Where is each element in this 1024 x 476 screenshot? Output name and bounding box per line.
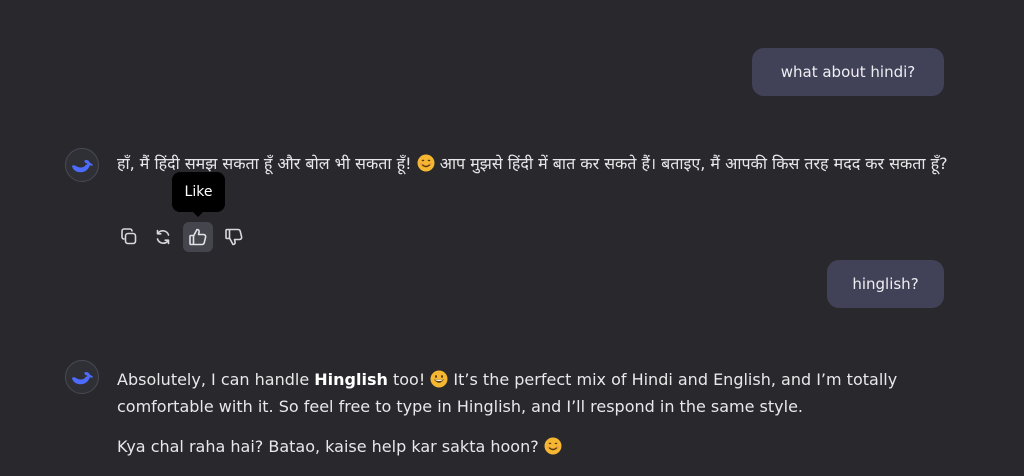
assistant-avatar — [65, 148, 99, 182]
thumbs-up-icon — [189, 228, 207, 246]
message-text: हाँ, मैं हिंदी समझ सकता हूँ और बोल भी सक… — [117, 154, 412, 173]
whale-logo-icon — [72, 159, 93, 173]
message-paragraph: Kya chal raha hai? Batao, kaise help kar… — [117, 433, 957, 460]
thumbs-down-icon — [225, 228, 243, 246]
regenerate-icon — [156, 229, 170, 245]
like-tooltip: Like — [172, 172, 225, 212]
smiling-face-emoji-icon — [417, 154, 435, 172]
message-text: Absolutely, I can handle — [117, 370, 315, 389]
assistant-message: हाँ, मैं हिंदी समझ सकता हूँ और बोल भी सक… — [117, 150, 957, 177]
user-message-bubble: hinglish? — [827, 260, 944, 308]
user-message-bubble: what about hindi? — [752, 48, 944, 96]
like-button[interactable] — [183, 222, 213, 252]
message-text: too! — [387, 370, 426, 389]
assistant-message: Absolutely, I can handle Hinglish too! I… — [117, 366, 957, 460]
message-text: Kya chal raha hai? Batao, kaise help kar… — [117, 437, 539, 456]
tooltip-text: Like — [184, 184, 213, 200]
copy-icon — [121, 228, 137, 245]
dislike-button[interactable] — [219, 222, 249, 252]
tooltip-arrow — [191, 210, 205, 217]
bold-text: Hinglish — [314, 370, 388, 389]
grinning-face-emoji-icon — [430, 370, 448, 388]
user-message-text: hinglish? — [852, 275, 919, 293]
message-text: आप मुझसे हिंदी में बात कर सकते हैं। बताइ… — [439, 154, 948, 173]
copy-button[interactable] — [114, 222, 144, 252]
whale-logo-icon — [72, 371, 93, 385]
assistant-avatar — [65, 360, 99, 394]
regenerate-button[interactable] — [148, 222, 178, 252]
smiling-face-emoji-icon — [544, 437, 562, 455]
message-paragraph: Absolutely, I can handle Hinglish too! I… — [117, 366, 957, 420]
user-message-text: what about hindi? — [780, 63, 916, 81]
